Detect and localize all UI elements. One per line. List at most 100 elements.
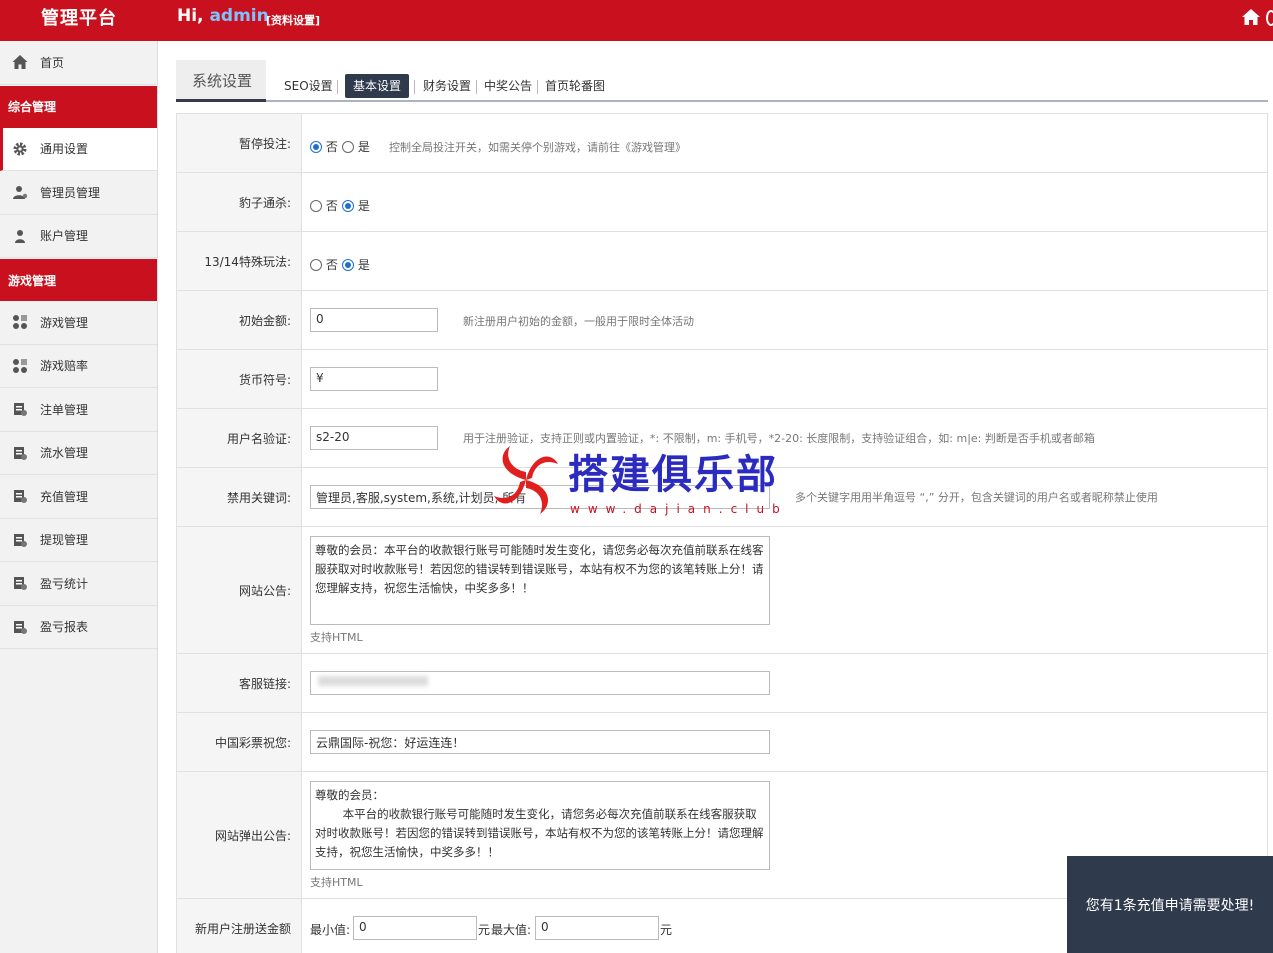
ledger-icon [14, 620, 27, 634]
radio-button[interactable] [310, 259, 322, 271]
sidebar-item-game-management[interactable]: 游戏管理 [0, 301, 157, 345]
form-row-currency-symbol: 货币符号: ¥ [177, 350, 1267, 409]
sidebar-item-flow-management[interactable]: 流水管理 [0, 432, 157, 475]
tab-basic-settings[interactable]: 基本设置 [345, 74, 410, 98]
form-row-lottery-wish: 中国彩票祝您: 云鼎国际-祝您：好运连连！ [177, 713, 1267, 772]
lottery-wish-input[interactable]: 云鼎国际-祝您：好运连连！ [310, 730, 770, 754]
field-label: 13/14特殊玩法: [177, 232, 302, 290]
tab-home-carousel[interactable]: 首页轮番图 [537, 74, 613, 98]
unit-label: 元 [478, 923, 491, 937]
initial-amount-input[interactable]: 0 [310, 308, 438, 332]
option-label: 是 [357, 258, 370, 272]
sidebar-group-games: 游戏管理 [0, 259, 157, 301]
toast-message: 您有1条充值申请需要处理! [1085, 897, 1255, 914]
form-row-service-link: 客服链接: [177, 654, 1267, 713]
sidebar-item-profit-report[interactable]: 盈亏报表 [0, 606, 157, 649]
odds-icon [13, 358, 27, 373]
form-row-site-notice: 网站公告: 尊敬的会员：本平台的收款银行账号可能随时发生变化，请您务必每次充值前… [177, 527, 1267, 654]
sidebar-group-general: 综合管理 [0, 85, 157, 128]
sidebar-item-profit-stats[interactable]: 盈亏统计 [0, 562, 157, 606]
field-label: 豹子通杀: [177, 173, 302, 231]
sidebar-item-game-odds[interactable]: 游戏赔率 [0, 345, 157, 388]
ledger-icon [14, 446, 27, 460]
popup-notice-html-note: 支持HTML [310, 876, 363, 889]
leopard-kill-no-option[interactable]: 否 [310, 197, 338, 214]
special-1314-no-option[interactable]: 否 [310, 256, 338, 273]
profile-settings-link[interactable]: [资料设置] [266, 12, 320, 28]
sidebar-item-withdraw-management[interactable]: 提现管理 [0, 519, 157, 562]
form-row-initial-amount: 初始金额: 0 新注册用户初始的金额，一般用于限时全体活动 [177, 291, 1267, 350]
field-label: 网站公告: [177, 527, 302, 653]
option-label: 否 [325, 199, 338, 213]
field-label: 中国彩票祝您: [177, 713, 302, 771]
sidebar-item-home[interactable]: 首页 [0, 41, 157, 85]
unit-label: 元 [660, 923, 673, 937]
field-label: 网站弹出公告: [177, 772, 302, 898]
radio-button[interactable] [310, 200, 322, 212]
banned-keywords-hint: 多个关键字用用半角逗号 “,” 分开，包含关键词的用户名或者昵称禁止使用 [795, 491, 1158, 504]
field-label: 货币符号: [177, 350, 302, 408]
form-row-special-1314: 13/14特殊玩法: 否 是 [177, 232, 1267, 291]
site-notice-textarea[interactable]: 尊敬的会员：本平台的收款银行账号可能随时发生变化，请您务必每次充值前联系在线客服… [310, 536, 770, 625]
popup-notice-line-1: 尊敬的会员： [315, 788, 384, 802]
sidebar-item-admin-management[interactable]: 管理员管理 [0, 171, 157, 215]
sidebar-item-account-management[interactable]: 账户管理 [0, 215, 157, 258]
recharge-notification-toast[interactable]: 您有1条充值申请需要处理! [1067, 856, 1273, 953]
sidebar-item-recharge-management[interactable]: 充值管理 [0, 475, 157, 519]
sidebar-item-label: 提现管理 [40, 533, 89, 548]
sidebar-item-label: 游戏赔率 [40, 359, 89, 374]
username[interactable]: admin [209, 6, 268, 26]
tab-winning-notice[interactable]: 中奖公告 [476, 74, 540, 98]
option-label: 否 [325, 140, 338, 154]
watermark-logo-icon [494, 446, 558, 514]
field-label: 禁用关键词: [177, 468, 302, 526]
radio-button[interactable] [310, 141, 322, 153]
ledger-icon [14, 533, 27, 547]
site-notice-html-note: 支持HTML [310, 631, 363, 644]
special-1314-yes-option[interactable]: 是 [342, 256, 370, 273]
home-icon [12, 55, 28, 70]
sidebar-item-general-settings[interactable]: 通用设置 [0, 127, 157, 171]
radio-button[interactable] [342, 200, 354, 212]
ledger-icon [14, 490, 27, 504]
field-label: 客服链接: [177, 654, 302, 712]
greeting-text: Hi, [177, 6, 204, 26]
admin-user-icon [13, 186, 28, 200]
popup-notice-line-2: 本平台的收款银行账号可能随时发生变化，请您务必每次充值前联系在线客服获取对时收款… [315, 807, 764, 859]
field-label: 用户名验证: [177, 409, 302, 467]
leopard-kill-yes-option[interactable]: 是 [342, 197, 370, 214]
sidebar: 首页 综合管理 通用设置 管理员管理 账户管理 游戏管理 游戏管理 游戏赔率 注… [0, 41, 158, 953]
sidebar-item-label: 流水管理 [40, 446, 89, 461]
pause-bet-hint: 控制全局投注开关，如需关停个别游戏，请前往《游戏管理》 [389, 141, 686, 154]
game-icon [13, 315, 27, 330]
username-validation-input[interactable]: s2-20 [310, 426, 438, 450]
watermark-url: www.dajian.club [570, 502, 788, 516]
radio-button[interactable] [342, 259, 354, 271]
tab-seo-settings[interactable]: SEO设置 [276, 74, 341, 98]
sidebar-item-bet-management[interactable]: 注单管理 [0, 388, 157, 432]
radio-button[interactable] [342, 141, 354, 153]
sidebar-item-label: 管理员管理 [40, 185, 101, 200]
sidebar-item-label: 账户管理 [40, 229, 89, 244]
min-value-input[interactable]: 0 [353, 916, 477, 940]
home-icon[interactable] [1241, 7, 1261, 27]
popup-notice-textarea[interactable]: 尊敬的会员： 本平台的收款银行账号可能随时发生变化，请您务必每次充值前联系在线客… [310, 781, 770, 870]
pause-bet-no-option[interactable]: 否 [310, 138, 338, 155]
option-label: 否 [325, 258, 338, 272]
max-value-label: 最大值: [491, 923, 532, 937]
ledger-icon [14, 403, 27, 417]
sidebar-item-label: 盈亏统计 [40, 576, 89, 591]
watermark-text: 搭建俱乐部 [568, 451, 778, 498]
tab-system-settings[interactable]: 系统设置 [176, 60, 266, 102]
pause-bet-yes-option[interactable]: 是 [342, 138, 370, 155]
currency-symbol-input[interactable]: ¥ [310, 367, 438, 391]
min-value-label: 最小值: [310, 923, 351, 937]
tab-finance-settings[interactable]: 财务设置 [415, 74, 479, 98]
sidebar-item-label: 充值管理 [40, 489, 89, 504]
logout-icon[interactable] [1266, 10, 1273, 26]
field-label: 新用户注册送金额 [177, 899, 302, 953]
max-value-input[interactable]: 0 [535, 916, 659, 940]
sidebar-item-label: 游戏管理 [40, 315, 89, 330]
option-label: 是 [357, 140, 370, 154]
brand-title: 管理平台 [41, 8, 117, 29]
